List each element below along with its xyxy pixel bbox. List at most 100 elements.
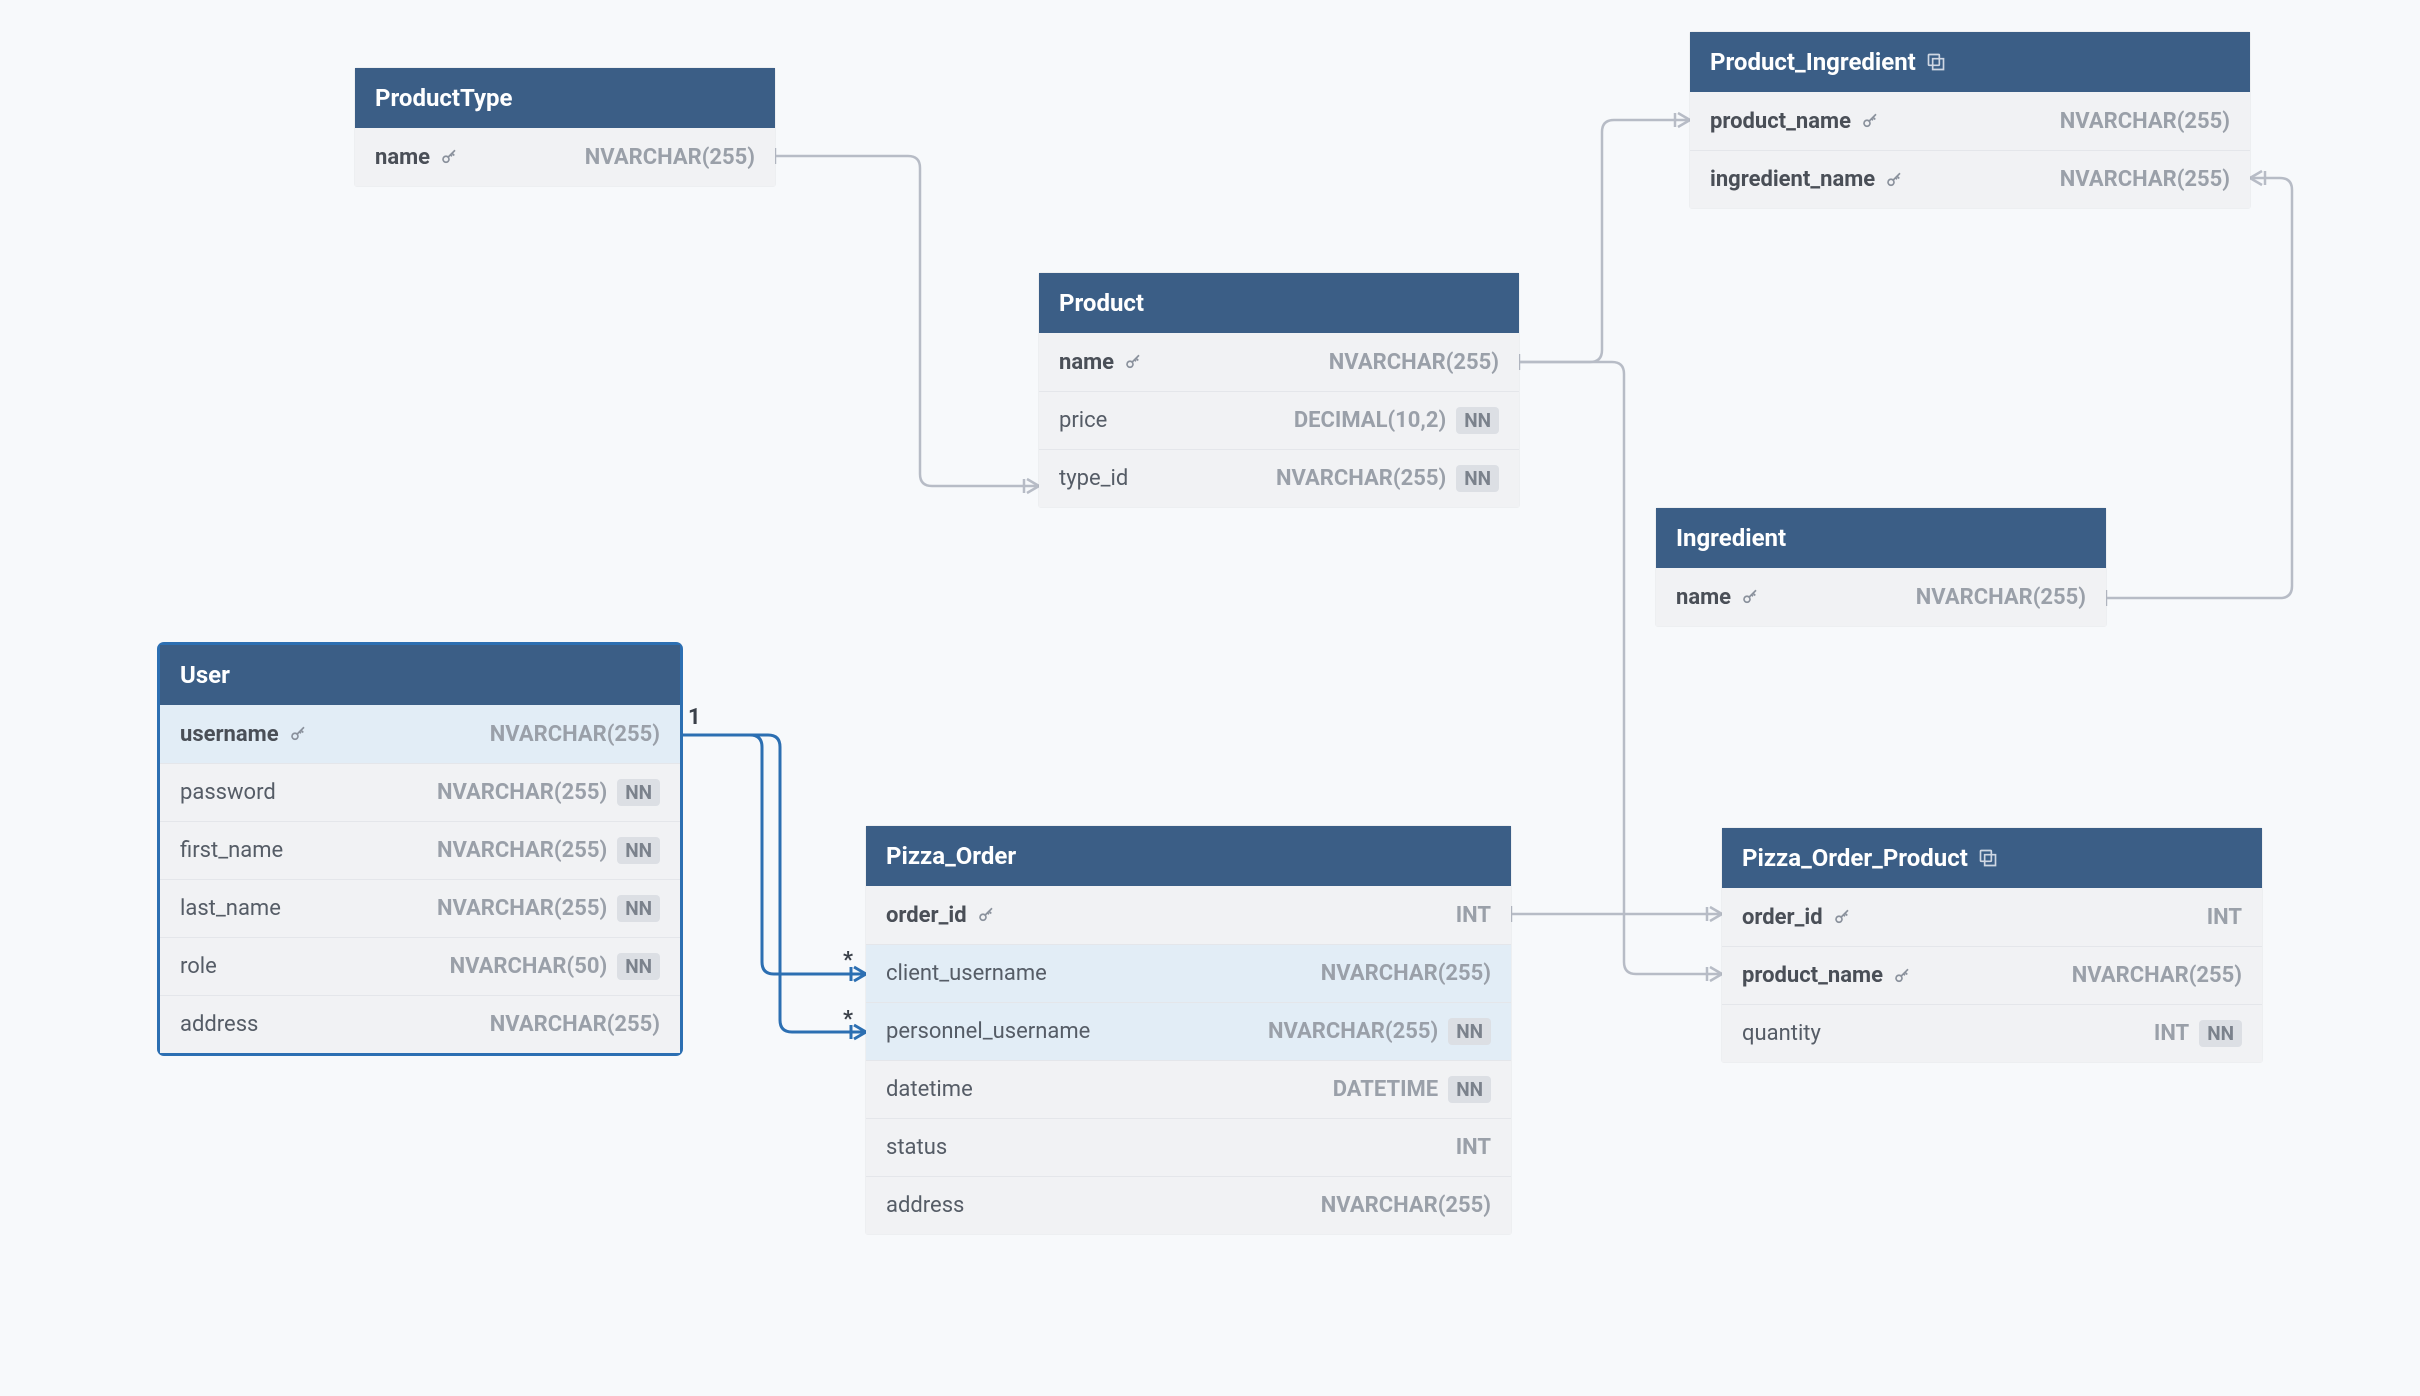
weak-entity-icon (1978, 848, 1998, 868)
cardinality-label: * (843, 1007, 853, 1032)
column-name: order_id (886, 903, 967, 928)
entity-header[interactable]: Product_Ingredient (1690, 32, 2250, 92)
column-row[interactable]: username NVARCHAR(255) (160, 705, 680, 763)
nn-badge: NN (617, 837, 660, 864)
entity-header[interactable]: ProductType (355, 68, 775, 128)
column-type: DATETIME (1333, 1077, 1438, 1102)
column-name: type_id (1059, 466, 1128, 491)
key-icon (1833, 908, 1851, 926)
column-row[interactable]: quantity INTNN (1722, 1004, 2262, 1062)
column-row[interactable]: product_name NVARCHAR(255) (1690, 92, 2250, 150)
entity-pizza-order[interactable]: Pizza_Order order_id INT client_username… (866, 826, 1511, 1234)
entity-ingredient[interactable]: Ingredient name NVARCHAR(255) (1656, 508, 2106, 626)
entity-rows: name NVARCHAR(255) price DECIMAL(10,2) NN… (1039, 333, 1519, 507)
column-name: first_name (180, 838, 283, 863)
entity-header[interactable]: Ingredient (1656, 508, 2106, 568)
column-name: personnel_username (886, 1019, 1090, 1044)
entity-title: Pizza_Order (886, 844, 1016, 868)
column-row[interactable]: price DECIMAL(10,2) NN (1039, 391, 1519, 449)
column-type: NVARCHAR(255) (437, 780, 607, 805)
entity-header[interactable]: Pizza_Order (866, 826, 1511, 886)
key-icon (1741, 588, 1759, 606)
key-icon (1124, 353, 1142, 371)
entity-rows: order_id INT product_name NVARCHAR(255) … (1722, 888, 2262, 1062)
column-row[interactable]: name NVARCHAR(255) (355, 128, 775, 186)
column-row[interactable]: address NVARCHAR(255) (160, 995, 680, 1053)
column-name: ingredient_name (1710, 167, 1875, 192)
weak-entity-icon (1926, 52, 1946, 72)
cardinality-label: * (843, 948, 853, 973)
entity-producttype[interactable]: ProductType name NVARCHAR(255) (355, 68, 775, 186)
er-diagram-canvas[interactable]: ProductType name NVARCHAR(255) Product n… (0, 0, 2420, 1396)
column-type: DECIMAL(10,2) (1294, 408, 1446, 433)
column-row[interactable]: first_name NVARCHAR(255) NN (160, 821, 680, 879)
entity-user[interactable]: User username NVARCHAR(255) password NVA… (160, 645, 680, 1053)
column-row[interactable]: product_name NVARCHAR(255) (1722, 946, 2262, 1004)
entity-rows: name NVARCHAR(255) (1656, 568, 2106, 626)
cardinality-label: 1 (688, 705, 701, 730)
nn-badge: NN (617, 953, 660, 980)
column-name: username (180, 722, 279, 747)
column-row[interactable]: name NVARCHAR(255) (1039, 333, 1519, 391)
column-type: NVARCHAR(255) (437, 838, 607, 863)
column-name: name (1059, 350, 1114, 375)
entity-rows: name NVARCHAR(255) (355, 128, 775, 186)
column-row[interactable]: type_id NVARCHAR(255)NN (1039, 449, 1519, 507)
column-type: NVARCHAR(255) (1321, 1193, 1491, 1218)
entity-title: Ingredient (1676, 526, 1786, 550)
entity-header[interactable]: User (160, 645, 680, 705)
column-type: NVARCHAR(255) (1276, 466, 1446, 491)
column-type: INT (2207, 905, 2242, 930)
column-name: price (1059, 408, 1107, 433)
column-type: NVARCHAR(255) (437, 896, 607, 921)
column-type: INT (1456, 903, 1491, 928)
column-row[interactable]: role NVARCHAR(50) NN (160, 937, 680, 995)
column-row[interactable]: name NVARCHAR(255) (1656, 568, 2106, 626)
column-name: address (180, 1012, 258, 1037)
column-row[interactable]: client_username NVARCHAR(255) (866, 944, 1511, 1002)
column-type: NVARCHAR(255) (2060, 167, 2230, 192)
column-name: quantity (1742, 1021, 1821, 1046)
nn-badge: NN (1456, 407, 1499, 434)
key-icon (289, 725, 307, 743)
entity-title: User (180, 663, 230, 687)
column-type: NVARCHAR(50) (450, 954, 608, 979)
nn-badge: NN (617, 779, 660, 806)
column-type: NVARCHAR(255) (1321, 961, 1491, 986)
nn-badge: NN (1448, 1076, 1491, 1103)
entity-title: Product_Ingredient (1710, 50, 1916, 74)
column-row[interactable]: datetime DATETIME NN (866, 1060, 1511, 1118)
column-type: NVARCHAR(255) (490, 722, 660, 747)
column-row[interactable]: address NVARCHAR(255) (866, 1176, 1511, 1234)
column-row[interactable]: status INT (866, 1118, 1511, 1176)
column-type: NVARCHAR(255) (1329, 350, 1499, 375)
column-type: NVARCHAR(255) (2072, 963, 2242, 988)
entity-rows: product_name NVARCHAR(255) ingredient_na… (1690, 92, 2250, 208)
column-row[interactable]: personnel_username NVARCHAR(255)NN (866, 1002, 1511, 1060)
entity-header[interactable]: Pizza_Order_Product (1722, 828, 2262, 888)
key-icon (440, 148, 458, 166)
column-type: NVARCHAR(255) (585, 145, 755, 170)
nn-badge: NN (617, 895, 660, 922)
column-row[interactable]: order_id INT (1722, 888, 2262, 946)
column-name: status (886, 1135, 947, 1160)
column-row[interactable]: last_name NVARCHAR(255)NN (160, 879, 680, 937)
column-row[interactable]: password NVARCHAR(255) NN (160, 763, 680, 821)
entity-product[interactable]: Product name NVARCHAR(255) price DECIMAL… (1039, 273, 1519, 507)
column-type: INT (1456, 1135, 1491, 1160)
entity-title: ProductType (375, 86, 513, 110)
key-icon (1893, 967, 1911, 985)
entity-product-ingredient[interactable]: Product_Ingredient product_name NVARCHAR… (1690, 32, 2250, 208)
entity-pizza-order-product[interactable]: Pizza_Order_Product order_id INT product… (1722, 828, 2262, 1062)
column-name: role (180, 954, 217, 979)
column-name: password (180, 780, 276, 805)
column-row[interactable]: ingredient_name NVARCHAR(255) (1690, 150, 2250, 208)
column-name: datetime (886, 1077, 973, 1102)
column-row[interactable]: order_id INT (866, 886, 1511, 944)
entity-rows: order_id INT client_username NVARCHAR(25… (866, 886, 1511, 1234)
entity-header[interactable]: Product (1039, 273, 1519, 333)
entity-rows: username NVARCHAR(255) password NVARCHAR… (160, 705, 680, 1053)
key-icon (977, 906, 995, 924)
column-type: NVARCHAR(255) (1268, 1019, 1438, 1044)
column-type: NVARCHAR(255) (1916, 585, 2086, 610)
